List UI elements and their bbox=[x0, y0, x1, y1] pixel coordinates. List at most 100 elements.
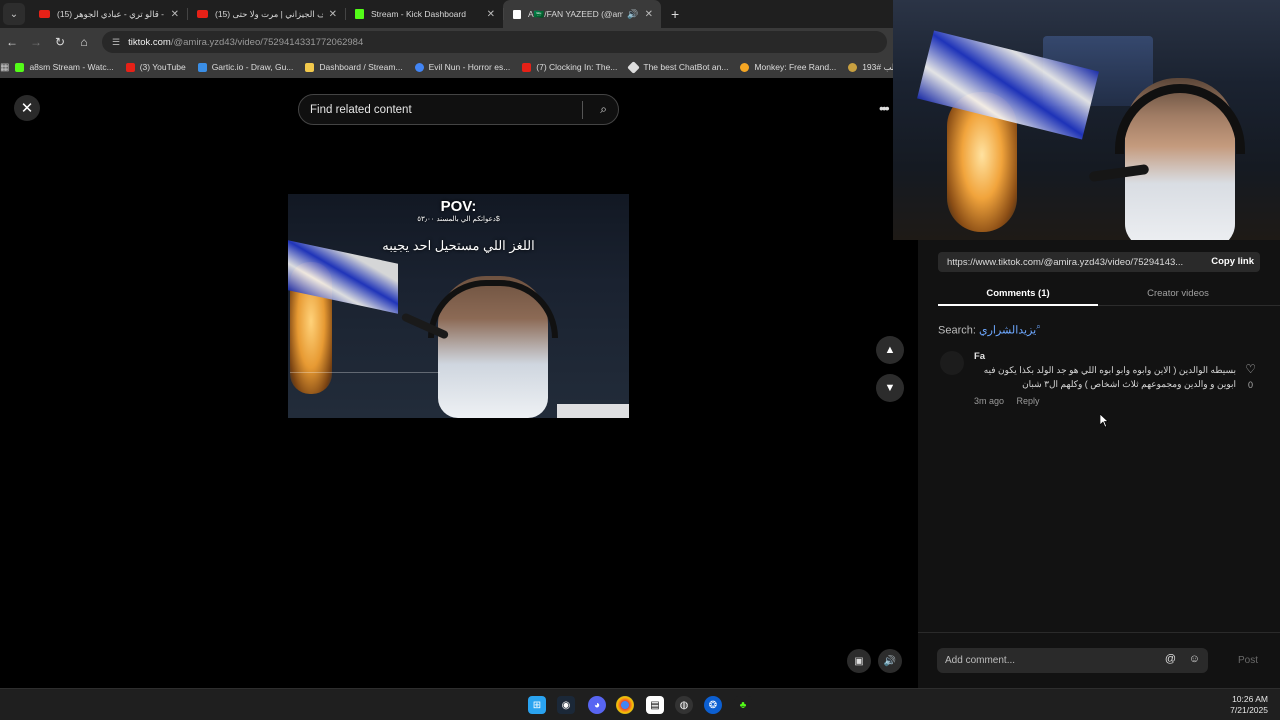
like-count: 0 bbox=[1247, 380, 1253, 390]
tab-kick-dashboard[interactable]: Stream - Kick Dashboard ✕ bbox=[345, 0, 503, 28]
tab-youtube-1[interactable]: (15) قالو تري - عبادي الجوهر - be ✕ bbox=[29, 0, 187, 28]
browser-tab-strip: ⌄ (15) قالو تري - عبادي الجوهر - be ✕ (1… bbox=[0, 0, 893, 28]
address-bar[interactable]: ☰ tiktok.com/@amira.yzd43/video/75294143… bbox=[102, 31, 887, 53]
search-icon: ⌕ bbox=[1036, 322, 1041, 331]
tab-tiktok[interactable]: A🇸🇦/FAN YAZEED (@amira 🔊 ✕ bbox=[503, 0, 661, 28]
video-pov-text: POV: bbox=[440, 198, 477, 215]
next-video-button[interactable]: ▼ bbox=[876, 374, 904, 402]
bookmark-item[interactable]: Monkey: Free Rand... bbox=[734, 62, 842, 72]
monkey-icon bbox=[740, 62, 750, 72]
kick-icon bbox=[15, 62, 25, 72]
home-icon[interactable]: ⌂ bbox=[72, 35, 96, 49]
dashboard-icon bbox=[305, 62, 315, 72]
address-path: /@amira.yzd43/video/7529414331772062984 bbox=[170, 36, 364, 48]
bookmark-item[interactable]: Gartic.io - Draw, Gu... bbox=[192, 62, 300, 72]
site-info-icon[interactable]: ☰ bbox=[112, 37, 120, 48]
bookmark-item[interactable]: (3) YouTube bbox=[120, 62, 192, 72]
bookmark-item[interactable]: (7) Clocking In: The... bbox=[516, 62, 623, 72]
battlenet-icon[interactable]: ❂ bbox=[704, 696, 722, 714]
avatar[interactable] bbox=[940, 351, 964, 375]
discord-icon[interactable]: ◕ bbox=[588, 696, 606, 714]
windows-taskbar: ⊞ ◉ ◕ ▤ ◍ ❂ ♣ 10:26 AM 7/21/2025 bbox=[0, 688, 1280, 720]
add-comment-input[interactable]: Add comment... @ ☺ bbox=[937, 648, 1208, 673]
volume-button[interactable]: 🔊 bbox=[878, 649, 902, 673]
bookmark-item[interactable]: الطلب #193... bbox=[842, 62, 893, 73]
youtube-icon bbox=[39, 10, 50, 18]
mini-player-icon: ▣ bbox=[854, 655, 864, 667]
bookmark-label: Monkey: Free Rand... bbox=[754, 62, 837, 72]
tab-label: Stream - Kick Dashboard bbox=[371, 9, 466, 19]
forward-arrow-icon[interactable]: → bbox=[24, 35, 48, 49]
comment-text: بسيطه الوالدين ( الاين وابوه وابو ابوه ا… bbox=[983, 365, 1236, 389]
close-icon[interactable]: ✕ bbox=[645, 9, 653, 20]
panel-tabs: Comments (1) Creator videos bbox=[938, 286, 1280, 306]
new-tab-plus-icon[interactable]: + bbox=[671, 6, 679, 22]
previous-video-button[interactable]: ▲ bbox=[876, 336, 904, 364]
gartic-icon bbox=[197, 62, 207, 72]
address-host: tiktok.com bbox=[128, 36, 171, 48]
tab-label: (15) قالو تري - عبادي الجوهر - be bbox=[57, 8, 165, 19]
apps-grid-icon[interactable]: ▦ bbox=[0, 62, 9, 73]
bookmark-label: (7) Clocking In: The... bbox=[536, 62, 618, 72]
clock-date: 7/21/2025 bbox=[1230, 705, 1268, 715]
youtube-icon bbox=[125, 62, 135, 72]
chrome-icon[interactable] bbox=[616, 696, 634, 714]
bookmark-label: (3) YouTube bbox=[139, 62, 186, 72]
obs-icon[interactable]: ◍ bbox=[675, 696, 693, 714]
close-icon: ✕ bbox=[20, 100, 34, 117]
bookmark-label: The best ChatBot an... bbox=[643, 62, 729, 72]
reload-icon[interactable]: ↻ bbox=[48, 35, 72, 49]
browser-toolbar: ← → ↻ ⌂ ☰ tiktok.com/@amira.yzd43/video/… bbox=[0, 28, 893, 56]
close-icon[interactable]: ✕ bbox=[329, 9, 337, 20]
search-placeholder: Find related content bbox=[310, 103, 412, 116]
emoji-icon[interactable]: ☺ bbox=[1189, 653, 1200, 665]
close-video-button[interactable]: ✕ bbox=[14, 95, 40, 121]
bookmark-item[interactable]: The best ChatBot an... bbox=[623, 60, 734, 74]
mention-icon[interactable]: @ bbox=[1165, 653, 1176, 665]
more-options-icon[interactable]: ••• bbox=[879, 100, 890, 116]
kick-icon bbox=[355, 9, 364, 19]
comment-username[interactable]: Fa bbox=[974, 351, 985, 362]
system-clock[interactable]: 10:26 AM 7/21/2025 bbox=[1230, 694, 1268, 716]
bookmarks-bar: ▦ a8sm Stream - Watc... (3) YouTube Gart… bbox=[0, 56, 893, 78]
find-related-search[interactable]: Find related content ⌕ bbox=[298, 94, 619, 125]
tab-creator-videos[interactable]: Creator videos bbox=[1108, 288, 1248, 299]
webcam-overlay bbox=[893, 0, 1280, 240]
close-icon[interactable]: ✕ bbox=[487, 9, 495, 20]
bookmark-item[interactable]: Dashboard / Stream... bbox=[299, 62, 408, 72]
tab-comments[interactable]: Comments (1) bbox=[938, 288, 1098, 299]
reply-button[interactable]: Reply bbox=[1017, 396, 1040, 406]
divider bbox=[918, 632, 1280, 633]
xbox-icon[interactable]: ♣ bbox=[734, 696, 752, 714]
post-button[interactable]: Post bbox=[1238, 655, 1258, 666]
windows-start-icon[interactable]: ⊞ bbox=[528, 696, 546, 714]
comment-search-suggestion[interactable]: Search: يزيدالشراري⌕ bbox=[938, 322, 1041, 337]
comment-time: 3m ago bbox=[974, 396, 1005, 406]
search-divider bbox=[582, 101, 583, 119]
back-arrow-icon[interactable]: ← bbox=[0, 35, 24, 49]
heart-icon[interactable]: ♡ bbox=[1245, 362, 1256, 376]
stream-goal-overlay bbox=[557, 404, 629, 418]
order-icon bbox=[848, 62, 858, 72]
mouse-cursor-icon bbox=[1100, 414, 1108, 428]
picture-in-picture-button[interactable]: ▣ bbox=[847, 649, 871, 673]
speaker-icon: 🔊 bbox=[883, 655, 897, 667]
bookmark-label: Dashboard / Stream... bbox=[319, 62, 403, 72]
capcut-icon[interactable]: ▤ bbox=[646, 696, 664, 714]
copy-link-button[interactable]: Copy link bbox=[1211, 256, 1254, 267]
bookmark-item[interactable]: Evil Nun - Horror es... bbox=[409, 62, 517, 72]
bookmark-label: الطلب #193... bbox=[862, 61, 893, 72]
speaker-icon[interactable]: 🔊 bbox=[627, 9, 638, 20]
steam-icon[interactable]: ◉ bbox=[557, 696, 575, 714]
comment-placeholder: Add comment... bbox=[945, 655, 1016, 666]
comment-meta: 3m ago Reply bbox=[974, 396, 1040, 406]
tab-search-chevron-icon[interactable]: ⌄ bbox=[3, 3, 25, 25]
search-icon[interactable]: ⌕ bbox=[600, 102, 607, 117]
search-query-link[interactable]: يزيدالشراري bbox=[979, 325, 1036, 337]
search-label: Search: bbox=[938, 324, 976, 337]
video-frame[interactable]: POV: دعواتكم الي بالمسند ٥٣٫٠٠$ اللغز ال… bbox=[288, 194, 629, 418]
tab-youtube-2[interactable]: (15) نواف الجيزاني | مرت ولا حتى ✕ bbox=[187, 0, 345, 28]
bookmark-label: Evil Nun - Horror es... bbox=[428, 62, 511, 72]
bookmark-item[interactable]: a8sm Stream - Watc... bbox=[9, 62, 119, 72]
close-icon[interactable]: ✕ bbox=[171, 9, 179, 20]
